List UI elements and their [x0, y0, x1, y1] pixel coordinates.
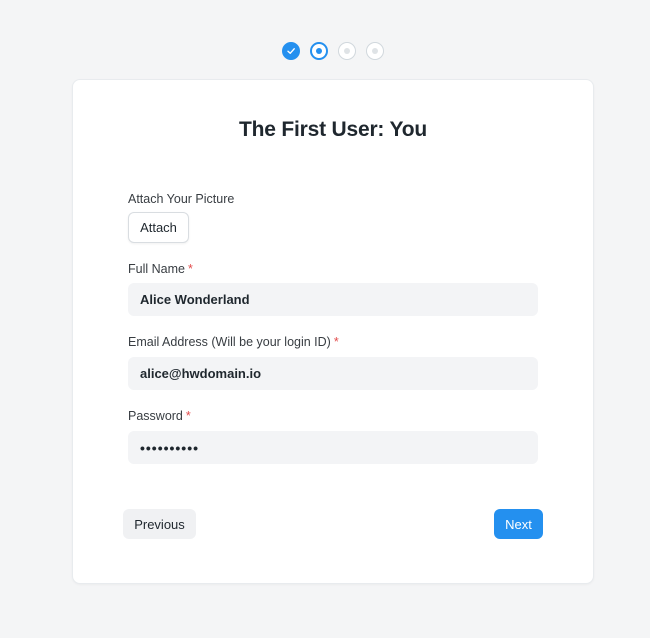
check-icon [287, 48, 295, 54]
email-value: alice@hwdomain.io [140, 366, 262, 381]
dot-icon [344, 48, 350, 54]
full-name-label: Full Name * [128, 262, 193, 276]
full-name-label-text: Full Name [128, 262, 185, 276]
required-mark: * [187, 262, 193, 276]
previous-button[interactable]: Previous [123, 509, 196, 539]
full-name-value: Alice Wonderland [140, 292, 250, 307]
dot-icon [316, 48, 322, 54]
email-label: Email Address (Will be your login ID) * [128, 335, 339, 349]
password-label-text: Password [128, 409, 183, 423]
dot-icon [372, 48, 378, 54]
email-label-text: Email Address (Will be your login ID) [128, 335, 331, 349]
full-name-input[interactable]: Alice Wonderland [128, 283, 538, 316]
step-1-complete [282, 42, 300, 60]
password-input[interactable]: •••••••••• [128, 431, 538, 464]
required-mark: * [185, 409, 191, 423]
step-4-pending [366, 42, 384, 60]
password-label: Password * [128, 409, 191, 423]
step-2-active [310, 42, 328, 60]
email-input[interactable]: alice@hwdomain.io [128, 357, 538, 390]
password-value: •••••••••• [140, 439, 200, 456]
setup-card: The First User: You Attach Your Picture … [72, 79, 594, 584]
next-button[interactable]: Next [494, 509, 543, 539]
step-3-pending [338, 42, 356, 60]
attach-button[interactable]: Attach [128, 212, 189, 243]
required-mark: * [333, 335, 339, 349]
picture-label: Attach Your Picture [128, 192, 235, 206]
page-title: The First User: You [239, 118, 427, 141]
step-indicator [282, 42, 384, 60]
